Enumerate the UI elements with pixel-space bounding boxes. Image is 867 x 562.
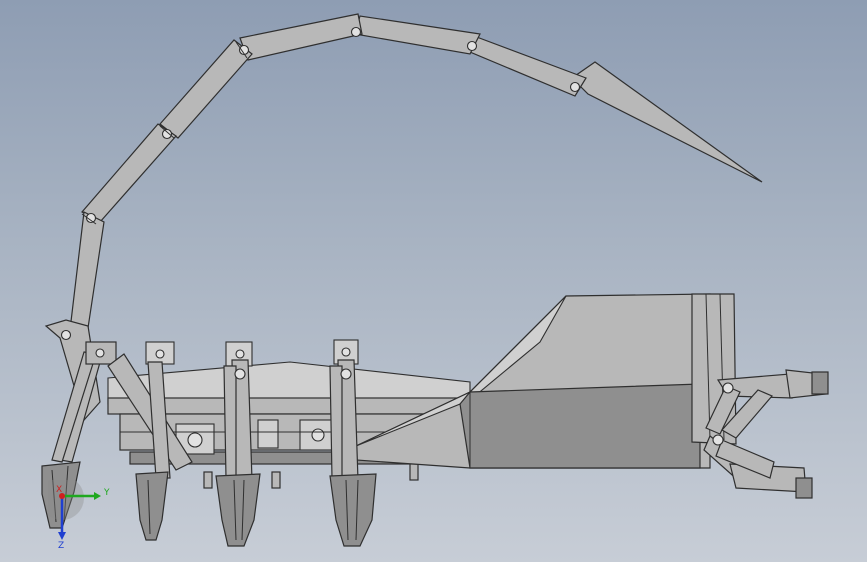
z-axis-arrowhead <box>58 532 66 540</box>
scorpion-robot-model[interactable] <box>0 0 867 562</box>
x-axis-label: X <box>56 485 62 495</box>
y-axis-arrowhead <box>94 492 101 500</box>
tail-stinger[interactable] <box>571 61 763 183</box>
coordinate-triad: Y Z X <box>48 480 110 550</box>
y-axis-label: Y <box>103 488 110 498</box>
triad-sphere <box>48 480 84 520</box>
3d-viewport[interactable]: Y Z X <box>0 0 867 562</box>
z-axis-label: Z <box>58 541 64 550</box>
